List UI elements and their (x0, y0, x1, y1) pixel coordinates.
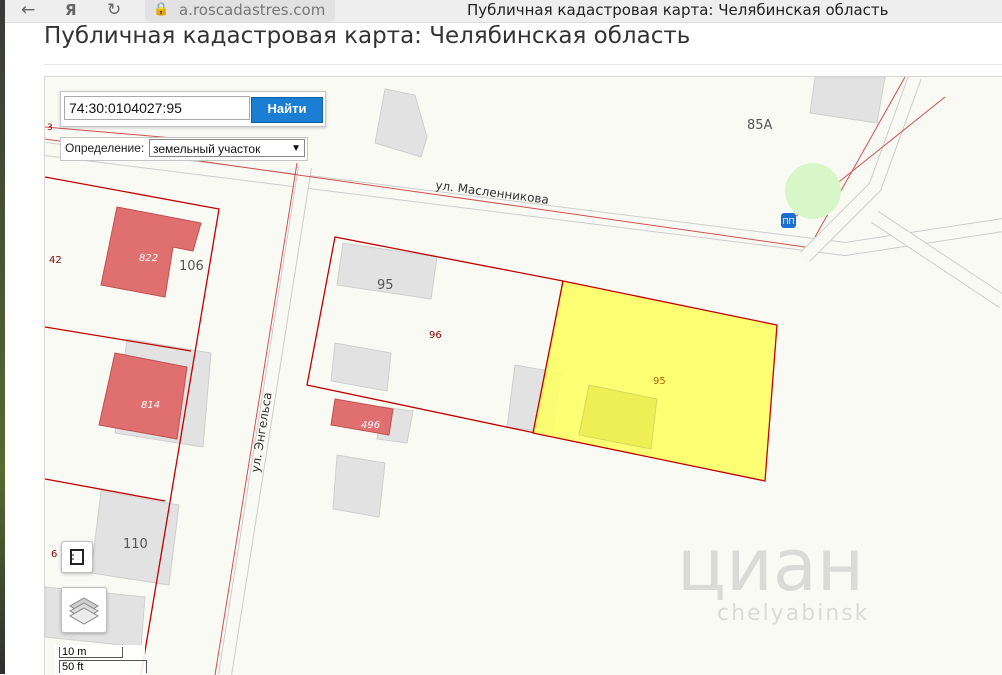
parcel-building-822[interactable] (100, 206, 202, 298)
parcel-label-814: 814 (141, 400, 160, 411)
watermark: циан chelyabinsk (677, 523, 867, 626)
parcel-label-822: 822 (139, 253, 158, 264)
divider (44, 64, 1002, 65)
parcel-label-6: 6 (51, 549, 57, 560)
definition-select[interactable]: земельный участок ▼ (149, 139, 305, 157)
ruler-tool-button[interactable] (61, 541, 93, 573)
chevron-down-icon: ▼ (291, 143, 301, 154)
watermark-domain: chelyabinsk (717, 601, 870, 626)
layers-icon (68, 597, 100, 625)
building (809, 77, 886, 124)
back-icon[interactable]: ← (21, 0, 35, 22)
reload-icon[interactable]: ↻ (107, 0, 121, 22)
window-title: Публичная кадастровая карта: Челябинская… (467, 1, 889, 19)
street-label-engelsa: ул. Энгельса (248, 391, 275, 473)
green-area (785, 163, 841, 219)
ruler-icon (70, 549, 84, 565)
address-bar[interactable]: 🔒 a.roscadastres.com (145, 0, 335, 22)
page-title: Публичная кадастровая карта: Челябинская… (44, 23, 691, 49)
parcel-label-96: 96 (429, 330, 442, 341)
url-text: a.roscadastres.com (179, 1, 326, 19)
house-label-95: 95 (377, 278, 394, 293)
cadastral-search-panel: Найти (60, 91, 326, 127)
building (332, 454, 386, 518)
window-edge (0, 0, 5, 674)
cadastral-map[interactable]: ПП 85А ул. Масленникова ул. Энгельса 95 … (44, 76, 1002, 675)
definition-selected-value: земельный участок (153, 142, 261, 156)
parcel-label-496: 496 (361, 420, 380, 431)
building (330, 342, 392, 392)
parcel-label-42: 42 (49, 255, 62, 266)
house-label-110: 110 (123, 537, 148, 552)
building (374, 88, 428, 158)
scale-imperial: 50 ft (59, 660, 147, 673)
cadastral-number-input[interactable] (64, 96, 250, 120)
bus-stop-label: ПП (782, 217, 794, 226)
definition-label: Определение: (65, 141, 145, 155)
parcel-label-95: 95 (653, 376, 666, 387)
parcel-building-814[interactable] (98, 352, 188, 440)
parcel-label-edge: 3 (47, 123, 53, 133)
lock-icon: 🔒 (153, 2, 170, 17)
find-button[interactable]: Найти (251, 97, 323, 123)
scale-metric: 10 m (59, 647, 123, 658)
definition-row: Определение: земельный участок ▼ (60, 137, 308, 161)
house-label-106: 106 (179, 259, 204, 274)
parcel-boundary (45, 326, 192, 352)
watermark-brand: циан (677, 523, 864, 607)
browser-toolbar: ← Я ↻ 🔒 a.roscadastres.com Публичная кад… (5, 0, 1002, 23)
scale-bar: 10 m 50 ft (55, 645, 147, 675)
house-label-85a: 85А (747, 118, 773, 133)
layers-button[interactable] (61, 587, 107, 633)
yandex-icon[interactable]: Я (65, 0, 77, 22)
